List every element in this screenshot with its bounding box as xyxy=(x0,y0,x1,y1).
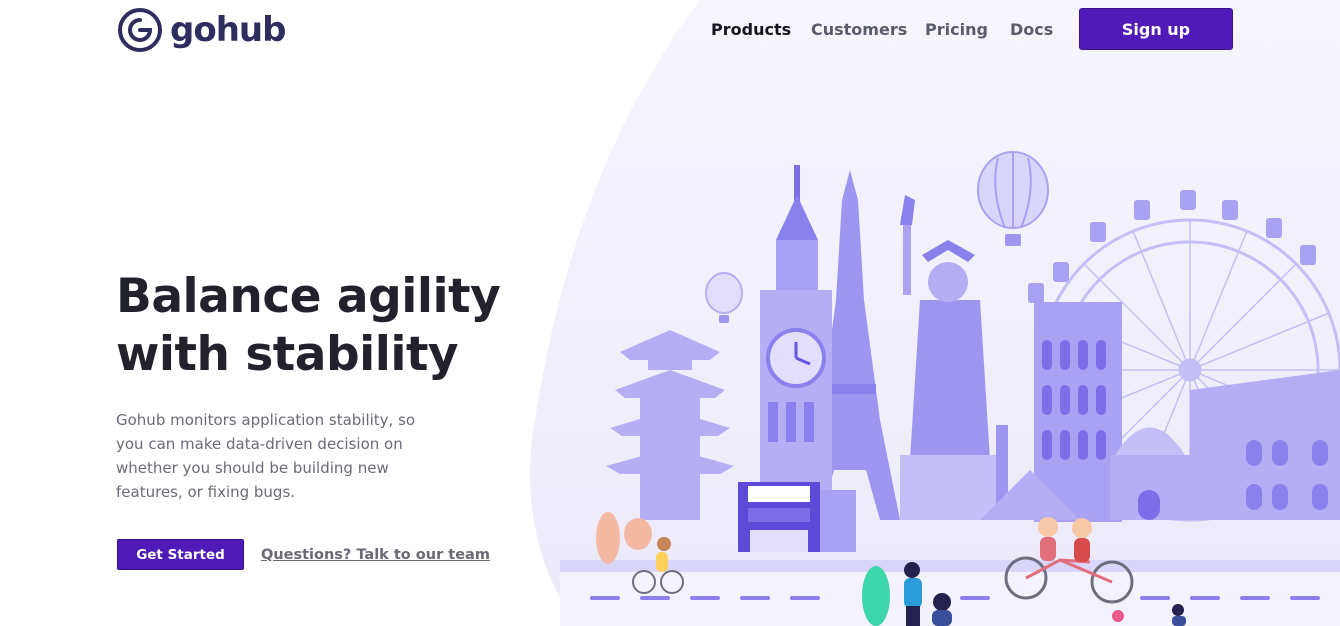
brand-logo[interactable]: gohub xyxy=(116,6,286,54)
pedestrian xyxy=(1112,610,1124,622)
brand-name: gohub xyxy=(170,10,286,50)
nav-docs[interactable]: Docs xyxy=(1010,20,1053,40)
tree xyxy=(624,518,652,550)
nav-products[interactable]: Products xyxy=(711,20,791,40)
talk-to-team-link[interactable]: Questions? Talk to our team xyxy=(261,545,490,565)
tree xyxy=(596,512,620,564)
gohub-logo-icon xyxy=(118,8,162,52)
hero-subtext: Gohub monitors application stability, so… xyxy=(116,411,416,501)
get-started-button[interactable]: Get Started xyxy=(117,539,244,570)
pedestrian xyxy=(904,562,922,626)
nav-customers[interactable]: Customers xyxy=(811,20,907,40)
nav-pricing[interactable]: Pricing xyxy=(925,20,988,40)
shop xyxy=(738,482,856,552)
colosseum xyxy=(1190,370,1340,520)
signup-button[interactable]: Sign up xyxy=(1079,8,1233,50)
hero-headline: Balance agility with stability xyxy=(116,269,501,382)
tree xyxy=(862,566,890,626)
